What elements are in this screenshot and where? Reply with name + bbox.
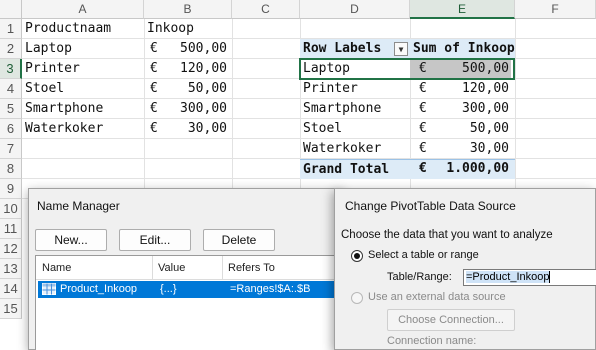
amount-cell[interactable]: 120,00 — [160, 59, 230, 79]
product-name-cell[interactable]: Laptop — [22, 39, 144, 59]
pivot-row-label[interactable]: Smartphone — [300, 99, 410, 119]
names-list-header: Name Value Refers To — [36, 256, 338, 280]
header-cell-inkoop[interactable]: Inkoop — [144, 19, 232, 39]
column-name[interactable]: Name — [42, 262, 71, 274]
pivot-amount[interactable]: 30,00 — [432, 139, 512, 159]
pivot-row-label[interactable]: Printer — [300, 79, 410, 99]
product-name-cell[interactable]: Waterkoker — [22, 119, 144, 139]
name-manager-dialog[interactable]: Name Manager New... Edit... Delete Name … — [28, 188, 344, 350]
row-header-9[interactable]: 9 — [0, 179, 22, 199]
amount-cell[interactable]: 50,00 — [160, 79, 230, 99]
row-header-7[interactable]: 7 — [0, 139, 22, 159]
choose-data-prompt: Choose the data that you want to analyze — [341, 229, 553, 241]
pivot-amount[interactable]: 300,00 — [432, 99, 512, 119]
column-refers-to[interactable]: Refers To — [228, 262, 275, 274]
change-pivot-source-dialog[interactable]: Change PivotTable Data Source Choose the… — [334, 188, 596, 350]
table-range-input[interactable]: =Product_Inkoop — [463, 269, 596, 286]
dropdown-filter-icon[interactable]: ▼ — [394, 42, 408, 56]
row-header-3[interactable]: 3 — [0, 59, 22, 79]
product-name-cell[interactable]: Smartphone — [22, 99, 144, 119]
row-header-5[interactable]: 5 — [0, 99, 22, 119]
column-separator[interactable] — [152, 256, 153, 280]
pivot-amount[interactable]: 120,00 — [432, 79, 512, 99]
row-header-14[interactable]: 14 — [0, 279, 22, 299]
row-header-11[interactable]: 11 — [0, 219, 22, 239]
row-header-2[interactable]: 2 — [0, 39, 22, 59]
column-value[interactable]: Value — [158, 262, 185, 274]
pivot-row-label[interactable]: Waterkoker — [300, 139, 410, 159]
new-name-button[interactable]: New... — [35, 229, 107, 251]
pivot-amount[interactable]: 50,00 — [432, 119, 512, 139]
dialog-title: Change PivotTable Data Source — [345, 199, 516, 213]
pivot-grand-total-amount[interactable]: 1.000,00 — [432, 159, 512, 179]
column-header-e[interactable]: E — [410, 0, 515, 19]
row-header-13[interactable]: 13 — [0, 259, 22, 279]
names-list[interactable]: Name Value Refers To Product_Inkoop {...… — [35, 255, 339, 350]
select-all-corner[interactable] — [0, 0, 22, 19]
row-header-15[interactable]: 15 — [0, 299, 22, 319]
row-header-1[interactable]: 1 — [0, 19, 22, 39]
row-header-8[interactable]: 8 — [0, 159, 22, 179]
select-table-label[interactable]: Select a table or range — [368, 249, 479, 261]
table-range-label: Table/Range: — [387, 271, 452, 283]
pivot-row-label[interactable]: Stoel — [300, 119, 410, 139]
product-name-cell[interactable]: Stoel — [22, 79, 144, 99]
refers-to-value: =Ranges!$A:.$B — [230, 283, 311, 295]
external-source-label[interactable]: Use an external data source — [368, 291, 506, 303]
amount-cell[interactable]: 300,00 — [160, 99, 230, 119]
pivot-sum-header[interactable]: Sum of Inkoop — [410, 39, 515, 59]
amount-cell[interactable]: 500,00 — [160, 39, 230, 59]
header-cell-productnaam[interactable]: Productnaam — [22, 19, 144, 39]
product-name-cell[interactable]: Printer — [22, 59, 144, 79]
dialog-title: Name Manager — [37, 199, 120, 213]
row-header-12[interactable]: 12 — [0, 239, 22, 259]
choose-connection-button[interactable]: Choose Connection... — [387, 309, 515, 331]
edit-name-button[interactable]: Edit... — [119, 229, 191, 251]
name-row-product-inkoop[interactable]: Product_Inkoop {...} =Ranges!$A:.$B — [38, 281, 336, 298]
delete-name-button[interactable]: Delete — [203, 229, 275, 251]
text-caret — [549, 271, 551, 284]
table-icon — [42, 283, 56, 295]
name-value: Product_Inkoop — [60, 283, 138, 295]
column-header-c[interactable]: C — [232, 0, 300, 19]
value-preview: {...} — [160, 283, 177, 295]
column-header-f[interactable]: F — [515, 0, 596, 19]
column-header-b[interactable]: B — [144, 0, 232, 19]
external-source-radio[interactable] — [351, 292, 363, 304]
active-cell-selection — [299, 58, 515, 80]
connection-name-label: Connection name: — [387, 335, 477, 347]
row-header-10[interactable]: 10 — [0, 199, 22, 219]
column-header-d[interactable]: D — [300, 0, 410, 19]
select-table-radio[interactable] — [351, 250, 363, 262]
amount-cell[interactable]: 30,00 — [160, 119, 230, 139]
row-header-6[interactable]: 6 — [0, 119, 22, 139]
column-header-a[interactable]: A — [22, 0, 144, 19]
pivot-grand-total-label[interactable]: Grand Total — [300, 159, 410, 179]
column-separator[interactable] — [222, 256, 223, 280]
row-header-4[interactable]: 4 — [0, 79, 22, 99]
table-range-value: =Product_Inkoop — [466, 271, 550, 283]
